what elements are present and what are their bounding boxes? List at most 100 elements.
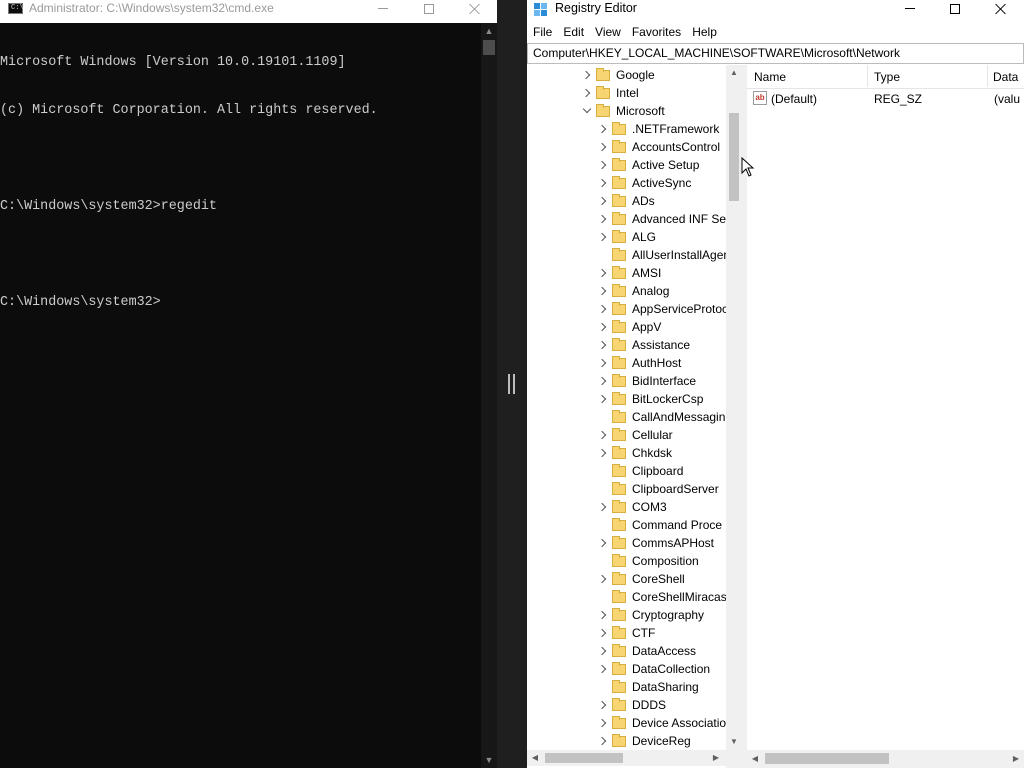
tree-node[interactable]: Cryptography bbox=[597, 606, 704, 624]
tree-node[interactable]: Chkdsk bbox=[597, 444, 672, 462]
tree-node[interactable]: CTF bbox=[597, 624, 655, 642]
scroll-up-icon[interactable]: ▲ bbox=[481, 23, 497, 39]
scroll-right-icon[interactable]: ▶ bbox=[708, 750, 724, 766]
close-button[interactable] bbox=[452, 0, 498, 23]
chevron-right-icon[interactable] bbox=[597, 570, 609, 588]
chevron-right-icon[interactable] bbox=[597, 642, 609, 660]
minimize-button[interactable] bbox=[887, 0, 933, 23]
chevron-down-icon[interactable] bbox=[581, 102, 593, 120]
regedit-titlebar[interactable]: Registry Editor bbox=[527, 0, 1024, 22]
column-name-header[interactable]: Name bbox=[754, 70, 786, 84]
scroll-up-icon[interactable]: ▲ bbox=[726, 65, 742, 81]
chevron-right-icon[interactable] bbox=[597, 156, 609, 174]
tree-node[interactable]: Device Associatio bbox=[597, 714, 726, 732]
chevron-right-icon[interactable] bbox=[597, 624, 609, 642]
tree-node[interactable]: Active Setup bbox=[597, 156, 699, 174]
close-button[interactable] bbox=[978, 0, 1024, 23]
tree-node[interactable]: DataSharing bbox=[597, 678, 699, 696]
scroll-thumb[interactable] bbox=[545, 753, 623, 763]
key-tree-pane[interactable]: Google Intel Microsoft .NETFramework Account… bbox=[527, 65, 742, 768]
tree-node[interactable]: Intel bbox=[581, 84, 639, 102]
console-output[interactable]: Microsoft Windows [Version 10.0.19101.11… bbox=[0, 23, 481, 768]
tree-node[interactable]: Composition bbox=[597, 552, 699, 570]
chevron-right-icon[interactable] bbox=[597, 444, 609, 462]
chevron-right-icon[interactable] bbox=[597, 732, 609, 748]
maximize-button[interactable] bbox=[932, 0, 978, 23]
chevron-right-icon[interactable] bbox=[597, 714, 609, 732]
tree-node[interactable]: DataAccess bbox=[597, 642, 696, 660]
menu-view[interactable]: View bbox=[589, 22, 626, 42]
address-bar[interactable]: Computer\HKEY_LOCAL_MACHINE\SOFTWARE\Mic… bbox=[527, 43, 1024, 64]
maximize-button[interactable] bbox=[406, 0, 452, 23]
chevron-right-icon[interactable] bbox=[581, 84, 593, 102]
chevron-right-icon[interactable] bbox=[597, 354, 609, 372]
chevron-right-icon[interactable] bbox=[597, 426, 609, 444]
chevron-right-icon[interactable] bbox=[597, 318, 609, 336]
column-type-header[interactable]: Type bbox=[874, 70, 900, 84]
tree-node[interactable]: ADs bbox=[597, 192, 655, 210]
value-row[interactable]: ab (Default) REG_SZ (valu bbox=[747, 90, 1024, 108]
values-horizontal-scrollbar[interactable]: ◀ ▶ bbox=[747, 750, 1024, 768]
chevron-right-icon[interactable] bbox=[597, 174, 609, 192]
tree-node[interactable]: AllUserInstallAger bbox=[597, 246, 726, 264]
chevron-right-icon[interactable] bbox=[597, 264, 609, 282]
tree-node[interactable]: COM3 bbox=[597, 498, 667, 516]
scroll-down-icon[interactable]: ▼ bbox=[726, 734, 742, 750]
cmd-titlebar[interactable]: C:\ Administrator: C:\Windows\system32\c… bbox=[0, 0, 497, 23]
tree-node[interactable]: ClipboardServer bbox=[597, 480, 719, 498]
tree-node[interactable]: ALG bbox=[597, 228, 656, 246]
tree-node[interactable]: Advanced INF Set bbox=[597, 210, 726, 228]
tree-node[interactable]: Microsoft bbox=[581, 102, 665, 120]
tree-vertical-scrollbar[interactable]: ▲ ▼ bbox=[726, 65, 742, 750]
tree-node[interactable]: Analog bbox=[597, 282, 669, 300]
chevron-right-icon[interactable] bbox=[597, 390, 609, 408]
menu-file[interactable]: File bbox=[527, 22, 557, 42]
column-divider[interactable] bbox=[987, 65, 988, 87]
tree-node[interactable]: BidInterface bbox=[597, 372, 696, 390]
chevron-right-icon[interactable] bbox=[597, 120, 609, 138]
values-pane[interactable]: Name Type Data ab (Default) REG_SZ (valu… bbox=[747, 65, 1024, 768]
menu-edit[interactable]: Edit bbox=[557, 22, 589, 42]
scroll-down-icon[interactable]: ▼ bbox=[481, 752, 497, 768]
tree-horizontal-scrollbar[interactable]: ◀ ▶ bbox=[527, 750, 726, 766]
console-prompt[interactable]: C:\Windows\system32> bbox=[0, 295, 481, 311]
chevron-right-icon[interactable] bbox=[597, 282, 609, 300]
tree-node[interactable]: AMSI bbox=[597, 264, 661, 282]
tree-node[interactable]: .NETFramework bbox=[597, 120, 719, 138]
tree-node[interactable]: AuthHost bbox=[597, 354, 681, 372]
tree-node[interactable]: CommsAPHost bbox=[597, 534, 714, 552]
chevron-right-icon[interactable] bbox=[597, 372, 609, 390]
column-data-header[interactable]: Data bbox=[993, 70, 1018, 84]
cmd-vertical-scrollbar[interactable]: ▲ ▼ bbox=[481, 23, 497, 768]
tree-node[interactable]: CoreShellMiracas bbox=[597, 588, 726, 606]
chevron-right-icon[interactable] bbox=[581, 66, 593, 84]
column-divider[interactable] bbox=[867, 65, 868, 87]
chevron-right-icon[interactable] bbox=[597, 606, 609, 624]
menu-favorites[interactable]: Favorites bbox=[626, 22, 686, 42]
chevron-right-icon[interactable] bbox=[597, 336, 609, 354]
menu-help[interactable]: Help bbox=[686, 22, 722, 42]
chevron-right-icon[interactable] bbox=[597, 192, 609, 210]
snap-resize-handle[interactable] bbox=[508, 374, 515, 394]
tree-node[interactable]: Assistance bbox=[597, 336, 690, 354]
tree-node[interactable]: ActiveSync bbox=[597, 174, 691, 192]
chevron-right-icon[interactable] bbox=[597, 498, 609, 516]
tree-node[interactable]: Command Proce bbox=[597, 516, 722, 534]
chevron-right-icon[interactable] bbox=[597, 534, 609, 552]
chevron-right-icon[interactable] bbox=[597, 228, 609, 246]
tree-node[interactable]: AppServiceProtoc bbox=[597, 300, 726, 318]
scroll-left-icon[interactable]: ◀ bbox=[527, 750, 543, 766]
tree-node[interactable]: Cellular bbox=[597, 426, 673, 444]
chevron-right-icon[interactable] bbox=[597, 660, 609, 678]
scroll-left-icon[interactable]: ◀ bbox=[747, 751, 763, 767]
tree-node[interactable]: DDDS bbox=[597, 696, 666, 714]
scroll-thumb[interactable] bbox=[729, 113, 739, 201]
tree-node[interactable]: DataCollection bbox=[597, 660, 710, 678]
tree-node[interactable]: BitLockerCsp bbox=[597, 390, 703, 408]
scroll-thumb[interactable] bbox=[483, 40, 495, 55]
scroll-right-icon[interactable]: ▶ bbox=[1008, 751, 1024, 767]
scroll-thumb[interactable] bbox=[765, 753, 889, 764]
chevron-right-icon[interactable] bbox=[597, 138, 609, 156]
key-tree[interactable]: Google Intel Microsoft .NETFramework Account… bbox=[527, 65, 726, 748]
tree-node[interactable]: DeviceReg bbox=[597, 732, 691, 748]
